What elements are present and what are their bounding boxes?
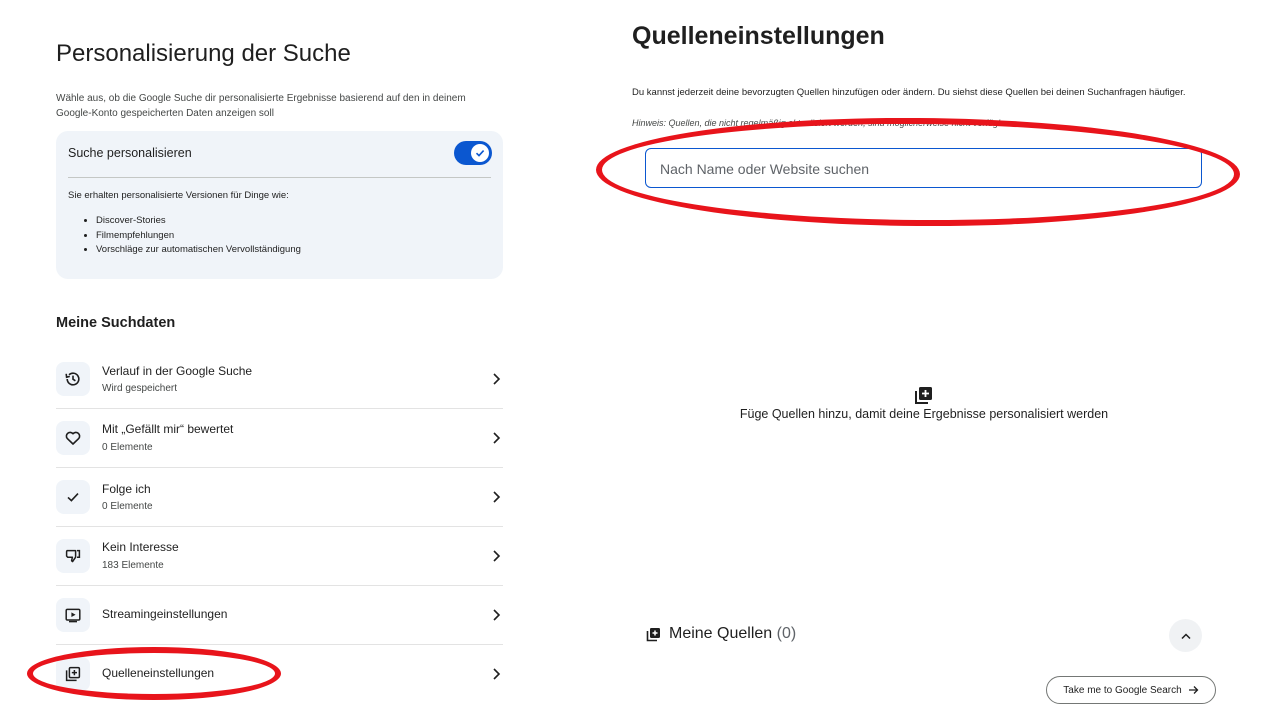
my-sources-count: (0) — [776, 625, 797, 642]
chevron-right-icon — [493, 609, 501, 621]
row-streaming-settings[interactable]: Streamingeinstellungen — [56, 586, 503, 644]
row-title: Streamingeinstellungen — [102, 607, 228, 621]
chevron-up-icon — [1180, 632, 1191, 639]
my-sources-label: Meine Quellen — [669, 625, 773, 642]
row-title: Verlauf in der Google Suche — [102, 364, 253, 378]
take-me-to-google-search-button[interactable]: Take me to Google Search — [1046, 676, 1216, 704]
row-subtitle: Wird gespeichert — [102, 383, 178, 394]
page-title: Personalisierung der Suche — [56, 40, 351, 67]
chevron-right-icon — [493, 668, 501, 680]
checkmark-icon — [56, 480, 90, 514]
collapse-button[interactable] — [1169, 619, 1202, 652]
benefits-list: Discover-Stories Filmempfehlungen Vorsch… — [96, 214, 301, 258]
row-title: Folge ich — [102, 482, 151, 496]
personalization-description: Wähle aus, ob die Google Suche dir perso… — [56, 93, 466, 119]
list-item: Discover-Stories — [96, 214, 301, 229]
benefits-intro: Sie erhalten personalisierte Versionen f… — [68, 190, 289, 201]
row-not-interested[interactable]: Kein Interesse 183 Elemente — [56, 527, 503, 585]
sources-icon — [56, 657, 90, 691]
thumbs-down-icon — [56, 539, 90, 573]
check-icon — [471, 144, 489, 162]
card-divider — [68, 177, 491, 178]
sources-description: Du kannst jederzeit deine bevorzugten Qu… — [632, 87, 1186, 98]
chevron-right-icon — [493, 432, 501, 444]
row-liked[interactable]: Mit „Gefällt mir“ bewertet 0 Elemente — [56, 409, 503, 467]
heart-icon — [56, 421, 90, 455]
chevron-right-icon — [493, 550, 501, 562]
row-source-settings[interactable]: Quelleneinstellungen — [56, 645, 503, 703]
arrow-right-icon — [1188, 686, 1199, 694]
source-search-input[interactable] — [660, 159, 1180, 179]
list-item: Filmempfehlungen — [96, 229, 301, 244]
personalization-panel: Personalisierung der Suche Wähle aus, ob… — [56, 0, 504, 720]
chevron-right-icon — [493, 373, 501, 385]
row-title: Mit „Gefällt mir“ bewertet — [102, 422, 234, 436]
history-icon — [56, 362, 90, 396]
personalize-toggle[interactable] — [454, 141, 492, 165]
sources-title: Quelleneinstellungen — [632, 22, 885, 50]
chevron-right-icon — [493, 491, 501, 503]
take-me-label: Take me to Google Search — [1063, 684, 1182, 696]
empty-state-message: Füge Quellen hinzu, damit deine Ergebnis… — [739, 407, 1109, 421]
row-search-history[interactable]: Verlauf in der Google Suche Wird gespeic… — [56, 350, 503, 408]
row-following[interactable]: Folge ich 0 Elemente — [56, 468, 503, 526]
source-search-box — [645, 148, 1202, 188]
row-subtitle: 0 Elemente — [102, 442, 153, 453]
play-video-icon — [56, 598, 90, 632]
row-title: Kein Interesse — [102, 540, 179, 554]
search-data-title: Meine Suchdaten — [56, 315, 176, 331]
row-subtitle: 0 Elemente — [102, 501, 153, 512]
row-title: Quelleneinstellungen — [102, 666, 215, 680]
list-item: Vorschläge zur automatischen Vervollstän… — [96, 243, 301, 258]
my-sources-icon — [646, 628, 660, 642]
my-sources-heading: Meine Quellen (0) — [669, 625, 796, 643]
sources-note: Hinweis: Quellen, die nicht regelmäßig a… — [632, 118, 1014, 128]
personalize-toggle-label: Suche personalisieren — [68, 146, 192, 160]
row-subtitle: 183 Elemente — [102, 560, 164, 571]
add-sources-icon — [915, 387, 932, 404]
